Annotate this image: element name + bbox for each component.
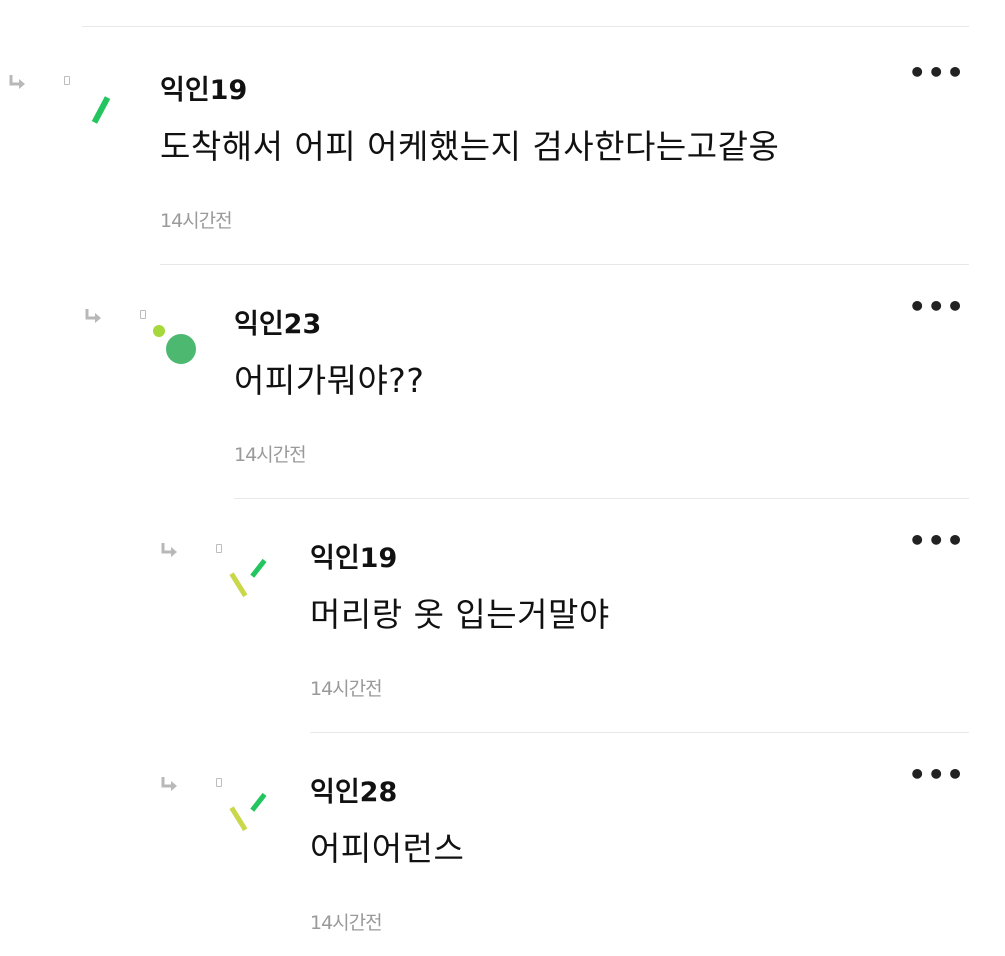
comment-author[interactable]: 익인19 (310, 536, 397, 575)
avatar (91, 96, 111, 124)
comment-divider (234, 498, 969, 499)
avatar (229, 558, 267, 598)
comment-item: 익인19 도착해서 어피 어케했는지 검사한다는고같옹 14시간전 ••• (0, 56, 969, 268)
comment-divider (310, 732, 969, 733)
more-options-button[interactable]: ••• (908, 758, 965, 791)
comment-timestamp: 14시간전 (234, 444, 307, 466)
comment-item: 익인19 머리랑 옷 입는거말야 14시간전 ••• (0, 524, 969, 736)
comment-item: 익인28 어피어런스 14시간전 ••• (0, 758, 969, 956)
reply-arrow-icon (9, 75, 25, 89)
comment-body: 머리랑 옷 입는거말야 (310, 595, 610, 634)
comment-timestamp: 14시간전 (160, 210, 233, 232)
comment-author[interactable]: 익인19 (160, 68, 247, 107)
reply-arrow-icon (161, 777, 177, 791)
reply-arrow-icon (85, 309, 101, 323)
more-options-button[interactable]: ••• (908, 524, 965, 557)
more-options-button[interactable]: ••• (908, 56, 965, 89)
top-divider (82, 26, 969, 27)
comment-timestamp: 14시간전 (310, 912, 383, 934)
level-marker-icon (140, 310, 146, 319)
comment-author[interactable]: 익인28 (310, 770, 397, 809)
comment-body: 어피가뭐야?? (234, 361, 425, 400)
more-options-button[interactable]: ••• (908, 290, 965, 323)
comment-body: 어피어런스 (310, 829, 465, 868)
level-marker-icon (216, 778, 222, 787)
comment-body: 도착해서 어피 어케했는지 검사한다는고같옹 (160, 127, 780, 166)
comment-author[interactable]: 익인23 (234, 302, 321, 341)
avatar (153, 325, 196, 364)
reply-arrow-icon (161, 543, 177, 557)
avatar (229, 792, 267, 832)
level-marker-icon (216, 544, 222, 553)
comment-item: 익인23 어피가뭐야?? 14시간전 ••• (0, 290, 969, 502)
comment-divider (160, 264, 969, 265)
comment-timestamp: 14시간전 (310, 678, 383, 700)
level-marker-icon (64, 76, 70, 85)
